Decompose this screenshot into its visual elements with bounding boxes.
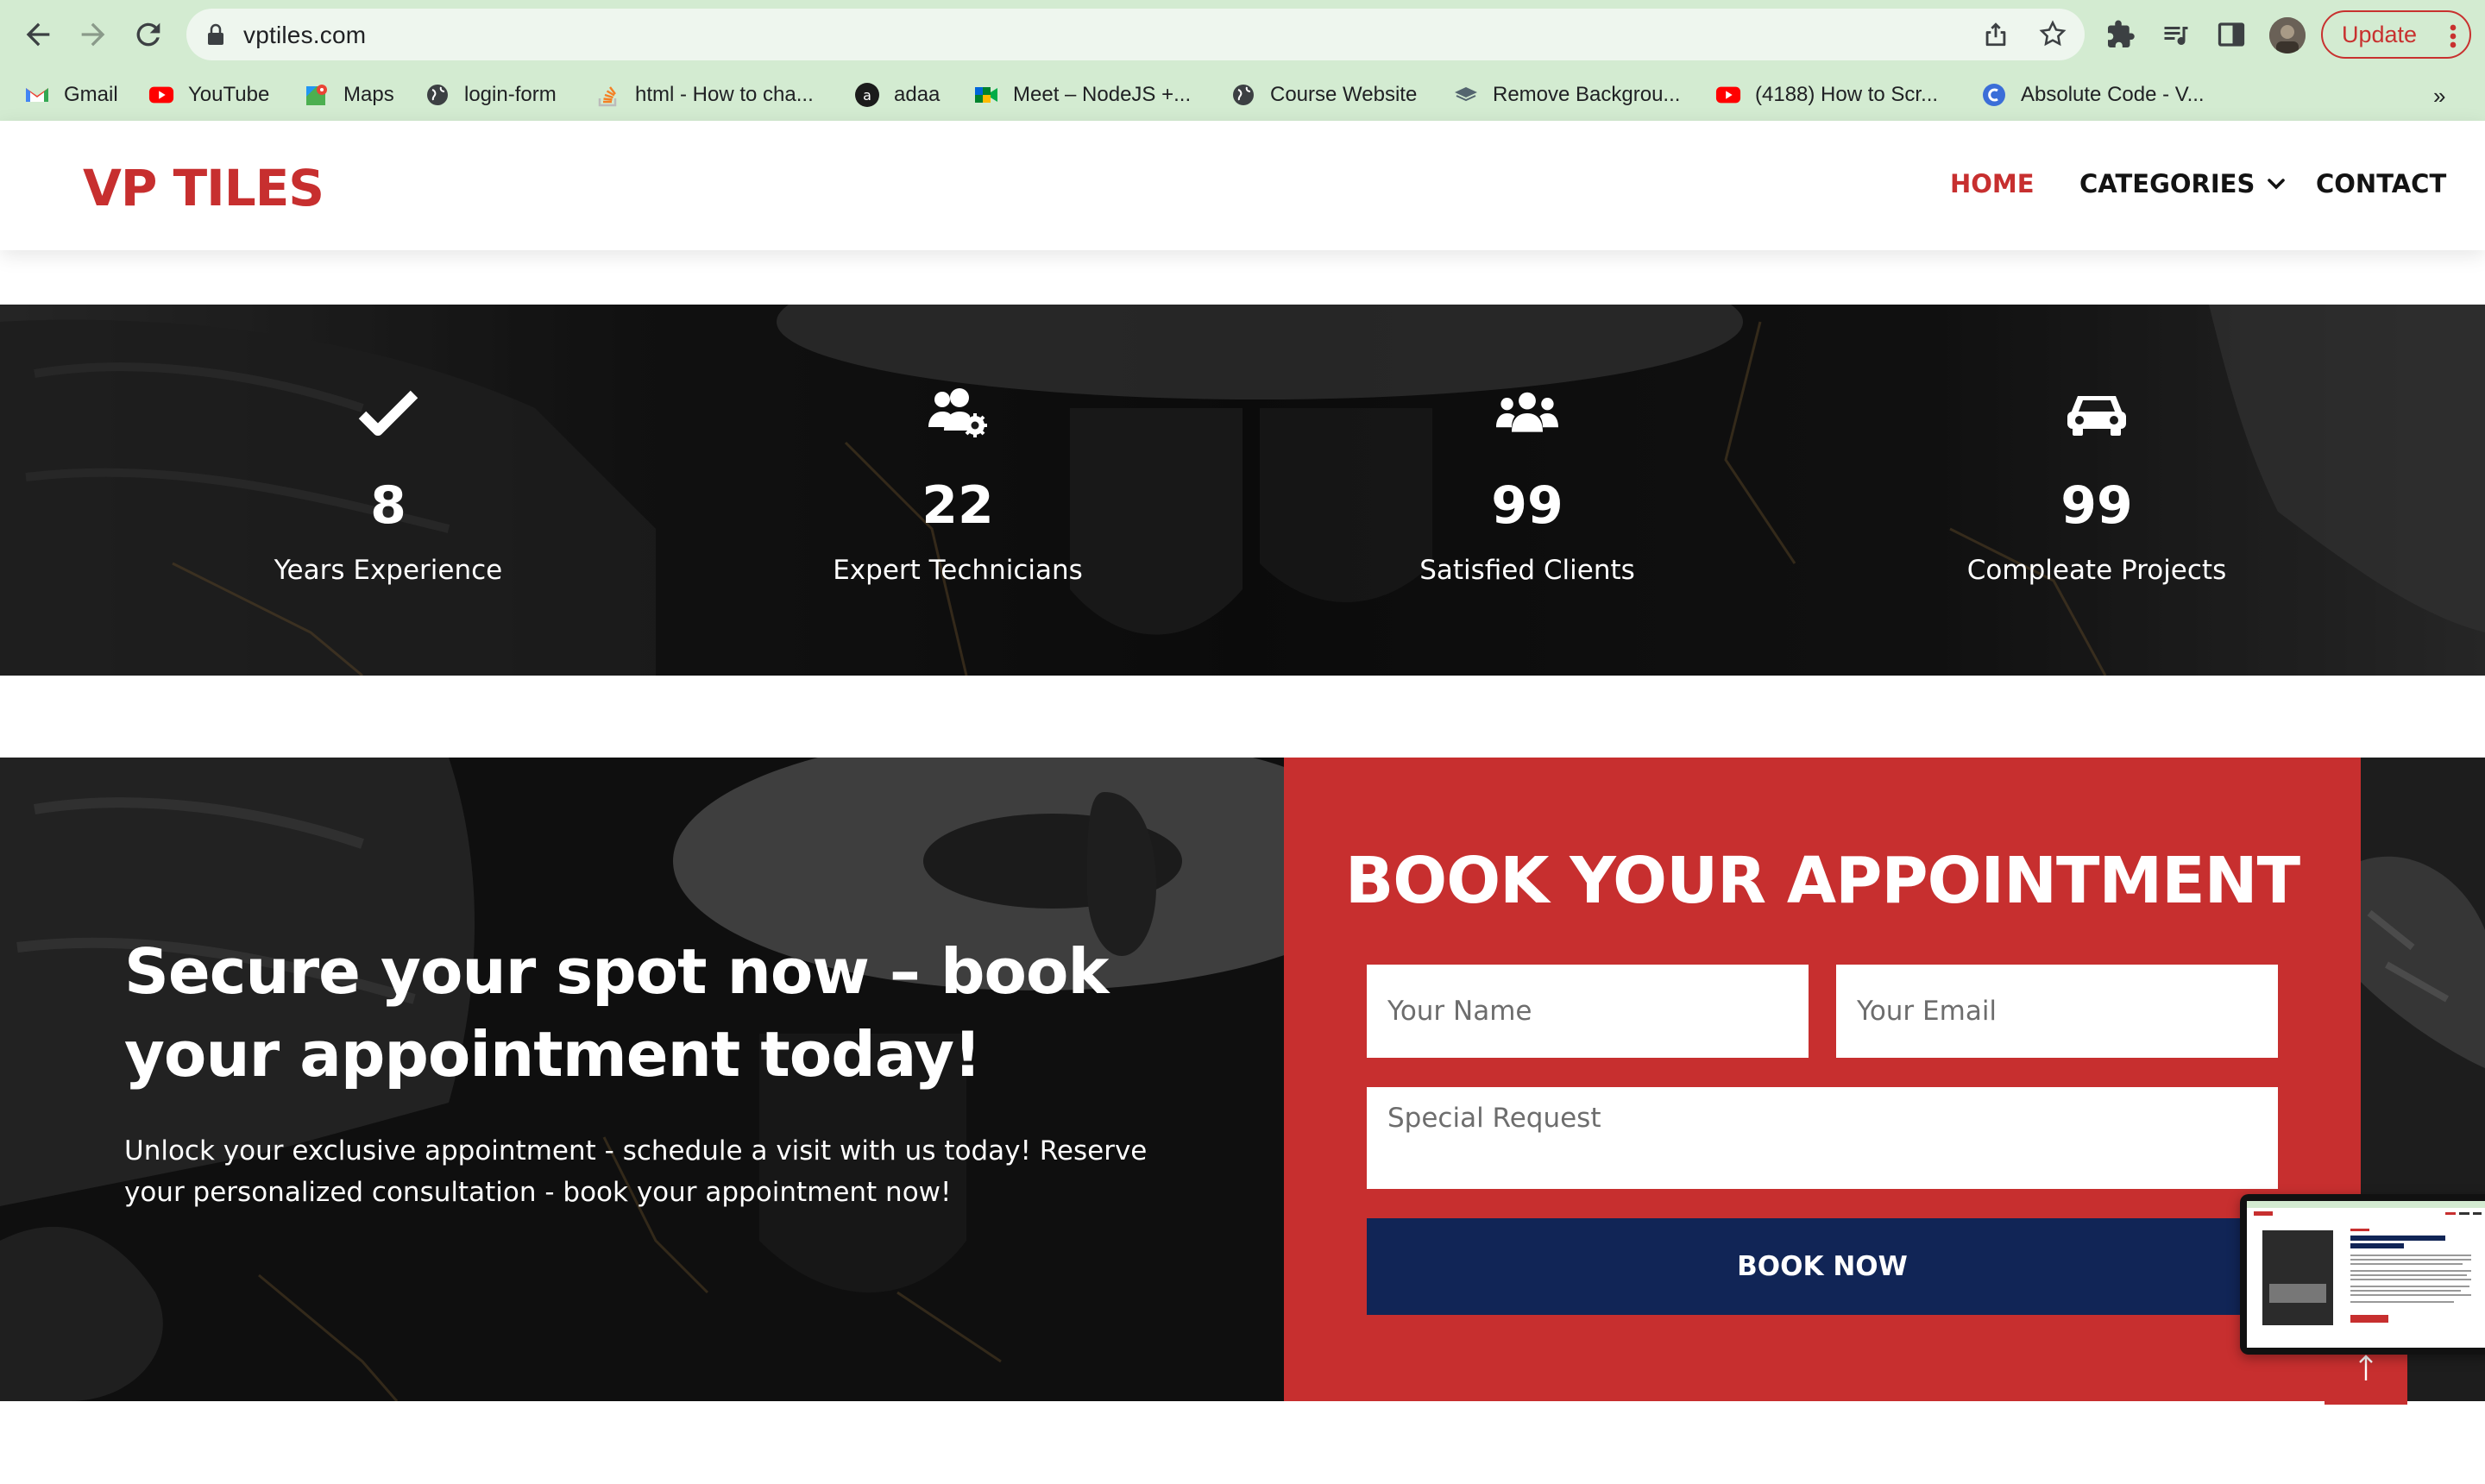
chevron-down-icon — [2268, 179, 2286, 190]
extensions-puzzle-icon[interactable] — [2105, 19, 2136, 50]
bookmark-remove-background[interactable]: Remove Backgrou... — [1453, 78, 1680, 112]
stat-number: 8 — [370, 475, 406, 536]
browser-chrome: vptiles.com Update Gmail YouTube Maps lo… — [0, 0, 2485, 121]
bookmarks-bar: Gmail YouTube Maps login-form html - How… — [0, 72, 2485, 117]
svg-text:a: a — [863, 87, 871, 104]
preview-page-image — [2247, 1201, 2485, 1325]
preview-screen — [2247, 1201, 2485, 1348]
address-bar[interactable]: vptiles.com — [186, 9, 2085, 60]
stackoverflow-icon — [595, 82, 621, 108]
stat-label: Expert Technicians — [833, 555, 1083, 586]
users-cog-icon — [928, 388, 987, 437]
arrow-up-icon — [2359, 1355, 2373, 1380]
car-icon — [2067, 396, 2126, 436]
share-icon[interactable] — [1981, 19, 2010, 48]
maps-icon — [304, 82, 330, 108]
name-input[interactable] — [1367, 965, 1809, 1058]
side-panel-icon[interactable] — [2216, 19, 2247, 50]
stats-section: 8 Years Experience 22 Expert Technicians… — [0, 305, 2485, 676]
forward-button[interactable] — [76, 17, 110, 52]
stat-number: 99 — [2060, 475, 2133, 536]
bookmark-youtube-scroll[interactable]: (4188) How to Scr... — [1715, 78, 1938, 112]
check-icon — [358, 390, 418, 436]
appointment-section: Secure your spot now – book your appoint… — [0, 758, 2485, 1401]
kebab-menu-icon — [2450, 24, 2457, 48]
nav-categories[interactable]: CATEGORIES — [2079, 169, 2286, 198]
bookmark-course-website[interactable]: Course Website — [1230, 78, 1417, 112]
layers-icon — [1453, 82, 1479, 108]
bookmark-label: login-form — [464, 83, 557, 106]
stat-label: Satisfied Clients — [1419, 555, 1635, 586]
arrow-right-icon — [81, 22, 105, 47]
bookmarks-more-chevron[interactable]: » — [2433, 83, 2445, 110]
bookmark-label: (4188) How to Scr... — [1755, 83, 1939, 106]
bookmark-label: adaa — [894, 83, 941, 106]
bookmark-label: Remove Backgrou... — [1493, 83, 1681, 106]
meet-icon — [973, 82, 999, 108]
special-request-textarea[interactable] — [1367, 1087, 2278, 1189]
bookmark-youtube[interactable]: YouTube — [148, 78, 269, 112]
nav-categories-label: CATEGORIES — [2079, 169, 2255, 198]
url-text[interactable]: vptiles.com — [243, 22, 366, 49]
media-queue-icon[interactable] — [2161, 19, 2192, 50]
booking-form-title: BOOK YOUR APPOINTMENT — [1344, 844, 2300, 918]
youtube-icon — [1715, 82, 1741, 108]
globe-icon — [1230, 82, 1256, 108]
email-input[interactable] — [1836, 965, 2278, 1058]
gmail-icon — [24, 82, 50, 108]
bookmark-html-question[interactable]: html - How to cha... — [595, 78, 814, 112]
bookmark-label: Course Website — [1270, 83, 1418, 106]
arrow-left-icon — [26, 22, 50, 47]
globe-icon — [425, 82, 450, 108]
reload-button[interactable] — [131, 17, 166, 52]
bookmark-label: Maps — [343, 83, 394, 106]
avatar-photo-icon — [2269, 17, 2306, 53]
site-header: VP TILES HOME CATEGORIES CONTACT — [0, 121, 2485, 250]
back-button[interactable] — [21, 17, 55, 52]
bookmark-label: Gmail — [64, 83, 118, 106]
booking-form: BOOK YOUR APPOINTMENT BOOK NOW — [1284, 758, 2361, 1401]
browser-toolbar: vptiles.com Update — [0, 0, 2485, 69]
reload-icon — [136, 22, 160, 47]
bookmark-absolute-code[interactable]: Absolute Code - V... — [1981, 78, 2205, 112]
screenshot-preview-thumbnail[interactable] — [2240, 1194, 2485, 1355]
bookmark-adaa[interactable]: a adaa — [854, 78, 940, 112]
bookmark-label: html - How to cha... — [635, 83, 814, 106]
appointment-heading: Secure your spot now – book your appoint… — [124, 935, 1109, 1091]
nav-contact[interactable]: CONTACT — [2316, 169, 2446, 198]
lock-icon — [208, 23, 223, 45]
bookmark-maps[interactable]: Maps — [304, 78, 394, 112]
stat-number: 22 — [922, 475, 994, 536]
youtube-icon — [148, 82, 174, 108]
bookmark-label: Meet – NodeJS +... — [1013, 83, 1192, 106]
bookmark-meet[interactable]: Meet – NodeJS +... — [973, 78, 1191, 112]
absolute-code-icon — [1981, 82, 2007, 108]
stat-number: 99 — [1491, 475, 1563, 536]
adaa-icon: a — [854, 82, 880, 108]
update-label: Update — [2342, 22, 2418, 47]
bookmark-label: Absolute Code - V... — [2021, 83, 2205, 106]
update-button[interactable]: Update — [2321, 10, 2471, 59]
appointment-intro: Secure your spot now – book your appoint… — [0, 758, 1284, 1401]
bookmark-label: YouTube — [188, 83, 270, 106]
bookmark-gmail[interactable]: Gmail — [24, 78, 118, 112]
bookmark-login-form[interactable]: login-form — [425, 78, 557, 112]
nav-home[interactable]: HOME — [1950, 169, 2035, 198]
stat-label: Compleate Projects — [1966, 555, 2227, 586]
stat-label: Years Experience — [274, 555, 503, 586]
book-now-button[interactable]: BOOK NOW — [1367, 1218, 2278, 1315]
profile-avatar[interactable] — [2269, 17, 2306, 53]
appointment-description: Unlock your exclusive appointment - sche… — [124, 1135, 1148, 1208]
bookmark-star-icon[interactable] — [2038, 19, 2067, 48]
users-icon — [1496, 392, 1558, 432]
site-logo[interactable]: VP TILES — [83, 159, 324, 217]
